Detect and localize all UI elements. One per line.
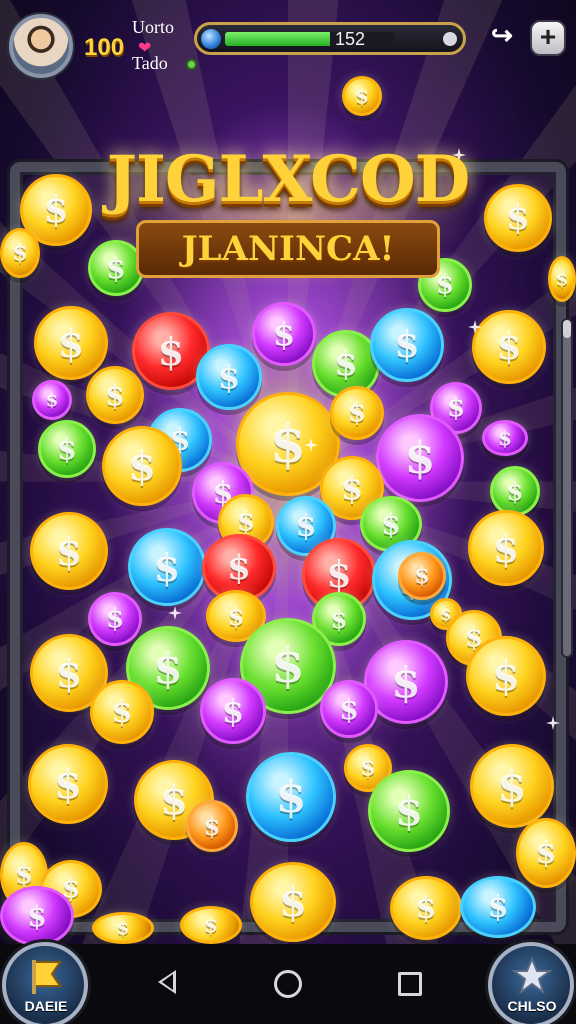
green-coin[interactable]: $ xyxy=(38,420,96,478)
orange-coin[interactable]: $ xyxy=(398,552,446,600)
gold-coin[interactable]: $ xyxy=(28,744,108,824)
blue-coin[interactable]: $ xyxy=(128,528,206,606)
gold-coin[interactable]: $ xyxy=(470,744,554,828)
home-icon[interactable] xyxy=(274,970,302,998)
gold-coin[interactable]: $ xyxy=(34,306,108,380)
top-hud: 100 Uorto ❤ Tado 152 ↪ + xyxy=(0,0,576,86)
gold-coin[interactable]: $ xyxy=(86,366,144,424)
gold-coin[interactable]: $ xyxy=(468,510,544,586)
game-title: JIGLXCOD xyxy=(106,142,471,217)
player-avatar[interactable] xyxy=(9,14,73,78)
blue-coin[interactable]: $ xyxy=(460,876,536,938)
gold-coin[interactable]: $ xyxy=(516,818,576,888)
blue-coin[interactable]: $ xyxy=(370,308,444,382)
xp-fill xyxy=(225,32,331,46)
purple-coin[interactable]: $ xyxy=(320,680,378,738)
gold-coin[interactable]: $ xyxy=(472,310,546,384)
xp-track xyxy=(225,32,395,46)
game-subtitle: JLANINCA! xyxy=(136,220,440,278)
gold-coin[interactable]: $ xyxy=(30,512,108,590)
gold-coin[interactable]: $ xyxy=(92,912,154,944)
scroll-thumb[interactable] xyxy=(563,320,571,338)
gold-coin[interactable]: $ xyxy=(250,862,336,942)
online-status-icon xyxy=(186,59,197,70)
daily-button-label: DAEIE xyxy=(24,998,68,1014)
star-icon xyxy=(512,956,552,995)
flag-icon xyxy=(32,960,62,994)
blue-coin[interactable]: $ xyxy=(196,344,262,410)
gold-coin[interactable]: $ xyxy=(484,184,552,252)
purple-coin[interactable]: $ xyxy=(482,420,528,456)
purple-coin[interactable]: $ xyxy=(88,592,142,646)
back-icon[interactable] xyxy=(158,970,176,994)
player-name: Uorto xyxy=(132,17,174,37)
gold-coin[interactable]: $ xyxy=(90,680,154,744)
purple-coin[interactable]: $ xyxy=(376,414,464,502)
exit-door-icon[interactable]: ↪ xyxy=(484,20,520,56)
gold-coin[interactable]: $ xyxy=(548,256,576,302)
scrollbar[interactable] xyxy=(561,318,573,658)
gold-coin[interactable]: $ xyxy=(390,876,462,940)
challenge-button[interactable]: CHLSO xyxy=(488,942,574,1024)
purple-coin[interactable]: $ xyxy=(200,678,266,744)
gold-coin[interactable]: $ xyxy=(466,636,546,716)
plus-icon[interactable]: + xyxy=(530,20,566,56)
xp-progress-bar: 152 xyxy=(194,22,466,55)
daily-button[interactable]: DAEIE xyxy=(2,942,88,1024)
recent-apps-icon[interactable] xyxy=(398,972,422,996)
xp-value: 152 xyxy=(335,29,366,49)
player-level: 100 xyxy=(84,34,125,61)
challenge-button-label: CHLSO xyxy=(507,998,557,1014)
green-coin[interactable]: $ xyxy=(368,770,450,852)
game-title-logo: JIGLXCOD JLANINCA! xyxy=(100,138,476,298)
gold-coin[interactable]: $ xyxy=(0,228,40,278)
gold-coin[interactable]: $ xyxy=(102,426,182,506)
orange-coin[interactable]: $ xyxy=(186,800,238,852)
gold-coin[interactable]: $ xyxy=(180,906,242,944)
purple-coin[interactable]: $ xyxy=(0,886,74,946)
gold-coin[interactable]: $ xyxy=(330,386,384,440)
player-status: Tado xyxy=(132,53,168,73)
blue-coin[interactable]: $ xyxy=(246,752,336,842)
green-coin[interactable]: $ xyxy=(490,466,540,516)
xp-info-icon[interactable] xyxy=(443,32,457,46)
gem-icon xyxy=(201,29,221,49)
purple-coin[interactable]: $ xyxy=(32,380,72,420)
purple-coin[interactable]: $ xyxy=(252,302,316,366)
